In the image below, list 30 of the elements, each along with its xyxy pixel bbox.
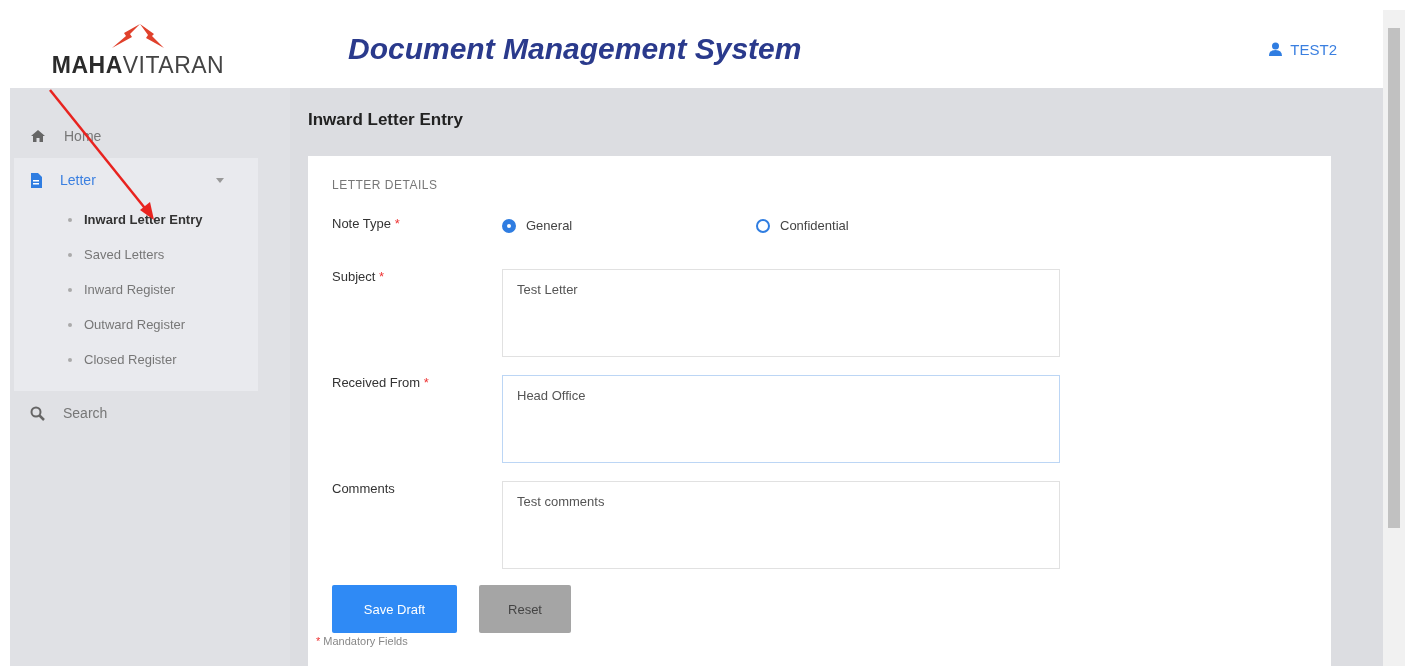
user-name[interactable]: TEST2: [1290, 40, 1337, 58]
reset-button[interactable]: Reset: [479, 585, 571, 633]
field-label: Note Type *: [332, 216, 400, 231]
scrollbar-thumb[interactable]: [1388, 28, 1400, 528]
submenu-item[interactable]: Saved Letters: [14, 237, 258, 272]
field-label: Subject *: [332, 269, 385, 284]
radio-option[interactable]: General: [502, 218, 756, 233]
app-title: Document Management System: [347, 32, 803, 66]
field-label: Comments: [332, 481, 395, 496]
home-icon: [30, 129, 46, 143]
file-icon: [30, 172, 42, 188]
submenu-item[interactable]: Closed Register: [14, 342, 258, 377]
field-label: Received From *: [332, 375, 429, 390]
text-area[interactable]: Test Letter: [502, 269, 1060, 357]
sidebar-item[interactable]: Search: [10, 391, 290, 435]
section-title: LETTER DETAILS: [332, 178, 439, 192]
logo-text: MAHA: [51, 51, 123, 78]
submenu-item[interactable]: Outward Register: [14, 307, 258, 342]
submenu-item[interactable]: Inward Register: [14, 272, 258, 307]
radio-option[interactable]: Confidential: [756, 218, 1010, 233]
save-draft-button[interactable]: Save Draft: [332, 585, 457, 633]
submenu-item[interactable]: Inward Letter Entry: [14, 202, 258, 237]
page-title: Inward Letter Entry: [308, 110, 464, 130]
search-icon: [30, 405, 45, 421]
logo-text: VITARAN: [122, 51, 225, 78]
user-icon: [1269, 42, 1283, 56]
sidebar-item[interactable]: Letter: [14, 158, 258, 202]
text-area[interactable]: Head Office: [502, 375, 1060, 463]
text-area[interactable]: Test comments: [502, 481, 1060, 569]
mandatory-note: * Mandatory Fields: [316, 635, 409, 647]
